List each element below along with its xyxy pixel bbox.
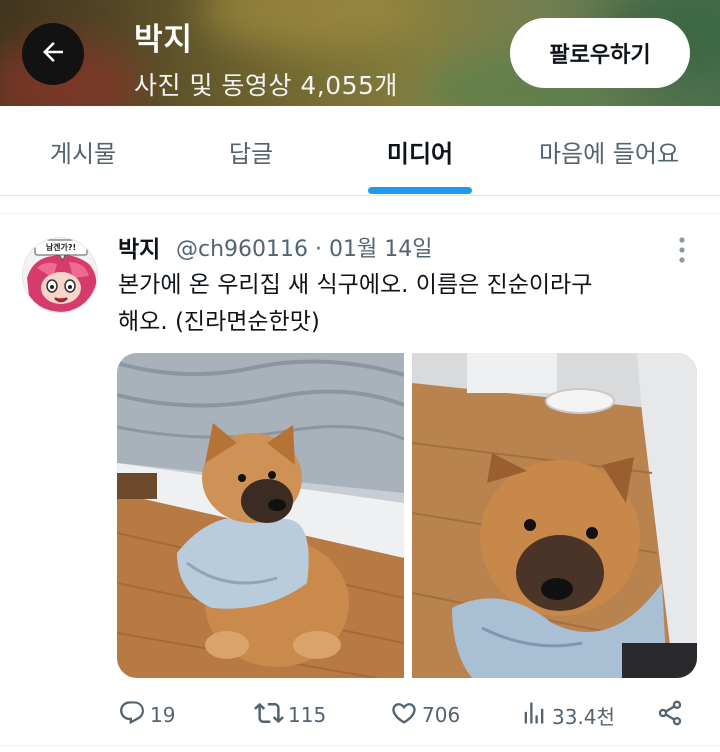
like-button[interactable]: 706 [390,692,460,738]
tweet-author-name[interactable]: 박지 [118,230,160,264]
profile-name: 박지 [134,22,194,58]
retweet-icon [254,698,288,733]
avatar-caption: 남겐가?! [45,243,77,252]
views-chart-icon [520,699,552,732]
tweet-media[interactable] [117,353,697,678]
heart-icon [390,699,422,732]
divider [0,196,720,214]
tweet-text-line-1: 본가에 온 우리집 새 식구에오. 이름은 진순이라구 [118,272,593,298]
back-button[interactable] [22,23,84,85]
tweet-text-line-2: 해오. (진라면순한맛) [118,309,320,335]
divider [0,745,720,746]
photo-puppy-sitting[interactable] [117,353,404,678]
reply-icon [118,699,150,732]
tab-media[interactable]: 미디어 [336,106,504,196]
tweet-text: 본가에 온 우리집 새 식구에오. 이름은 진순이라구 해오. (진라면순한맛) [118,267,678,341]
media-count: 사진 및 동영상 4,055개 [134,71,398,100]
arrow-left-icon [38,37,68,71]
view-count: 33.4천 [552,704,615,729]
avatar[interactable]: 남겐가?! [22,237,98,313]
views-button[interactable]: 33.4천 [520,692,615,738]
tweet-meta[interactable]: @ch960116 · 01월 14일 [176,231,432,263]
like-count: 706 [422,703,461,727]
photo-puppy-closeup[interactable] [412,353,697,678]
share-button[interactable] [656,692,688,738]
tab-replies[interactable]: 답글 [166,106,336,196]
tweet-actions: 19 115 706 33.4천 [0,692,720,738]
reply-count: 19 [150,703,176,727]
tab-posts[interactable]: 게시물 [0,106,166,196]
retweet-count: 115 [288,703,327,727]
profile-tabs: 게시물 답글 미디어 마음에 들어요 [0,106,720,196]
profile-header: 박지 사진 및 동영상 4,055개 팔로우하기 [0,0,720,106]
retweet-button[interactable]: 115 [254,692,326,738]
more-options-icon[interactable] [672,234,692,266]
tab-likes[interactable]: 마음에 들어요 [504,106,714,196]
follow-button[interactable]: 팔로우하기 [510,18,690,88]
active-tab-indicator [368,187,472,194]
reply-button[interactable]: 19 [118,692,175,738]
share-icon [656,699,688,732]
